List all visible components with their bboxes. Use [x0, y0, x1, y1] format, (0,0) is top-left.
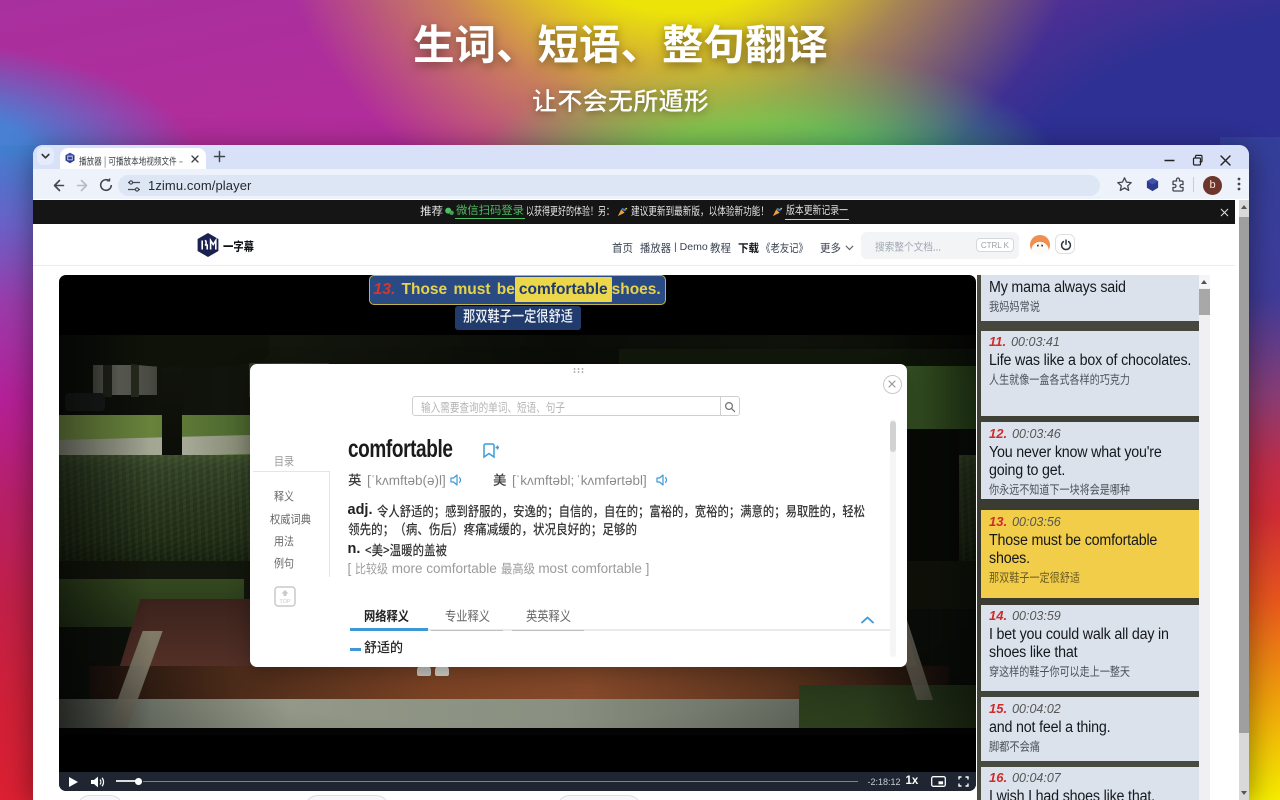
svg-text:TOP: TOP	[279, 599, 291, 605]
